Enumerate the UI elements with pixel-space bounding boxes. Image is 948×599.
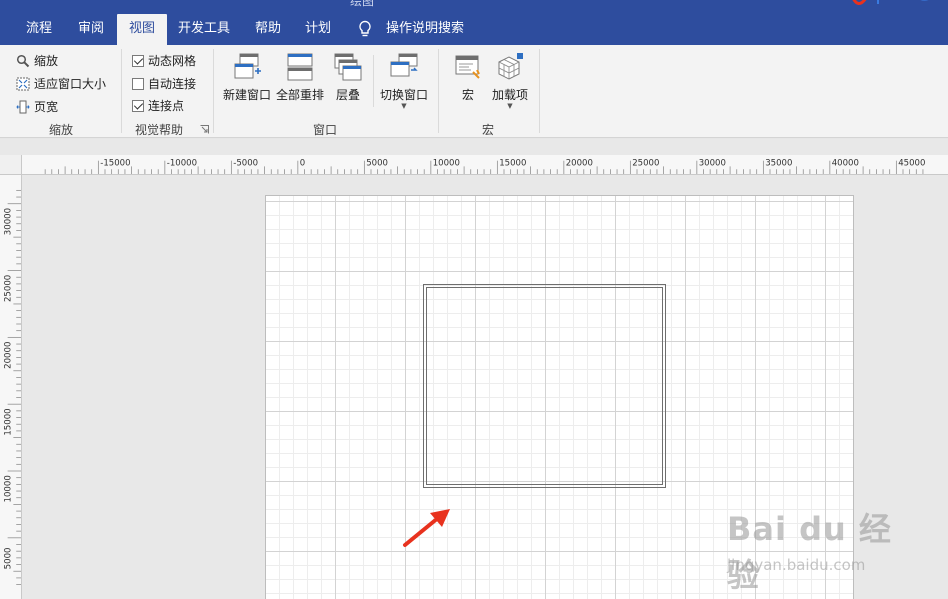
baidu-logo-icon (852, 0, 929, 5)
tab-developer[interactable]: 开发工具 (172, 14, 236, 45)
tab-flow[interactable]: 流程 (14, 14, 64, 45)
checkbox-unchecked-icon (132, 77, 144, 90)
button-divider (373, 55, 374, 107)
ruler-label: 5000 (3, 547, 13, 569)
dialog-launcher-icon[interactable] (200, 125, 209, 134)
ruler-label: 5000 (366, 158, 388, 168)
macros-label: 宏 (461, 88, 474, 102)
group-divider (121, 49, 122, 133)
rectangle-shape[interactable] (423, 284, 666, 488)
autoconnect-label: 自动连接 (148, 77, 197, 91)
window-group-label: 窗口 (312, 123, 337, 137)
switch-windows-label: 切换窗口 (379, 88, 428, 102)
tab-help[interactable]: 帮助 (246, 14, 290, 45)
ruler-label: 15000 (3, 408, 13, 435)
zoom-button[interactable]: 缩放 (16, 52, 58, 69)
ruler-label: 20000 (3, 342, 13, 369)
ruler-label: 45000 (898, 158, 925, 168)
arrange-all-button[interactable]: 全部重排 (275, 52, 325, 103)
ruler-label: -5000 (233, 158, 258, 168)
tab-review[interactable]: 审阅 (66, 14, 116, 45)
ribbon-view: 缩放 适应窗口大小 页宽 缩放 动态网格 自动连接 连接点 视觉帮助 新建窗口 … (0, 45, 948, 138)
cascade-button[interactable]: 层叠 (328, 52, 368, 103)
connection-points-checkbox[interactable]: 连接点 (132, 97, 184, 114)
visual-aids-group-label: 视觉帮助 (134, 123, 183, 137)
horizontal-ruler[interactable]: -15000 -10000 -5000 0 5000 10000 15000 20000 250… (22, 155, 948, 175)
new-window-icon (234, 53, 261, 79)
chevron-down-icon: ▼ (507, 102, 513, 110)
cascade-label: 层叠 (335, 88, 360, 102)
magnifier-icon (16, 54, 30, 67)
page-width-button[interactable]: 页宽 (16, 98, 58, 115)
ruler-label: 10000 (3, 475, 13, 502)
ruler-label: 30000 (699, 158, 726, 168)
ruler-label: 0 (300, 158, 305, 168)
group-divider (438, 49, 439, 133)
add-ins-icon (498, 53, 523, 80)
fit-window-icon (16, 77, 30, 90)
ruler-label: 25000 (632, 158, 659, 168)
chevron-down-icon: ▼ (401, 102, 407, 110)
ruler-corner (0, 155, 22, 175)
vertical-ruler[interactable]: 30000 25000 20000 15000 10000 5000 (0, 175, 22, 599)
group-divider (539, 49, 540, 133)
macros-group-label: 宏 (481, 123, 494, 137)
ruler-label: 25000 (3, 275, 13, 302)
add-ins-label: 加载项 (491, 88, 528, 102)
dynamic-grid-label: 动态网格 (148, 54, 197, 68)
fit-window-label: 适应窗口大小 (34, 77, 107, 91)
ribbon-tab-bar: 绘图 流程 审阅 视图 开发工具 帮助 计划 操作说明搜索 (0, 0, 948, 45)
lightbulb-icon (359, 20, 371, 37)
ruler-label: 10000 (433, 158, 460, 168)
dynamic-grid-checkbox[interactable]: 动态网格 (132, 52, 196, 69)
add-ins-button[interactable]: 加载项 ▼ (490, 52, 530, 110)
ruler-label: 35000 (765, 158, 792, 168)
page-width-label: 页宽 (34, 100, 59, 114)
macro-icon (455, 55, 480, 79)
ruler-label: -10000 (167, 158, 197, 168)
zoom-label: 缩放 (34, 54, 59, 68)
cascade-icon (334, 53, 362, 81)
tab-plan[interactable]: 计划 (298, 14, 338, 45)
switch-windows-button[interactable]: 切换窗口 ▼ (378, 52, 430, 110)
red-arrow-annotation (403, 509, 450, 547)
ruler-label: 20000 (566, 158, 593, 168)
fit-window-button[interactable]: 适应窗口大小 (16, 75, 106, 92)
group-divider (213, 49, 214, 133)
checkbox-checked-icon (132, 99, 144, 112)
autoconnect-checkbox[interactable]: 自动连接 (132, 75, 196, 92)
new-window-label: 新建窗口 (222, 88, 271, 102)
tab-view[interactable]: 视图 (117, 14, 167, 45)
ruler-label: -15000 (100, 158, 130, 168)
ruler-label: 15000 (499, 158, 526, 168)
new-window-button[interactable]: 新建窗口 (222, 52, 272, 103)
window-title: 绘图 (350, 0, 375, 8)
ruler-label: 40000 (832, 158, 859, 168)
macros-button[interactable]: 宏 (448, 52, 488, 103)
zoom-group-label: 缩放 (48, 123, 73, 137)
ruler-label: 30000 (3, 208, 13, 235)
page-width-icon (16, 100, 30, 113)
tell-me-search[interactable]: 操作说明搜索 (380, 14, 470, 45)
arrange-all-icon (287, 53, 313, 81)
visio-window: 绘图 流程 审阅 视图 开发工具 帮助 计划 操作说明搜索 缩放 适应窗口大小 … (0, 0, 948, 599)
switch-windows-icon (390, 53, 418, 77)
connection-points-label: 连接点 (148, 99, 185, 113)
arrange-all-label: 全部重排 (275, 88, 324, 102)
checkbox-checked-icon (132, 54, 144, 67)
